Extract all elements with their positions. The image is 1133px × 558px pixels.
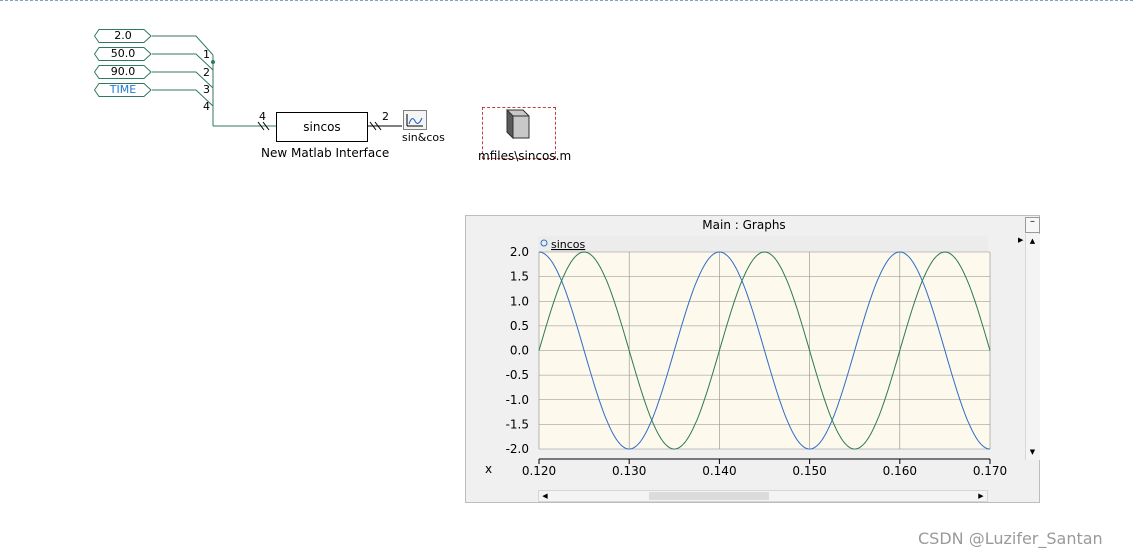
junction-dot — [211, 60, 215, 64]
bus-width-out: 2 — [382, 110, 389, 123]
y-tick-label: -0.5 — [506, 368, 529, 382]
graph-icon[interactable] — [403, 110, 427, 130]
y-tick-label: 0.5 — [510, 319, 529, 333]
y-tick-label: -1.0 — [506, 393, 529, 407]
x-tick-label: 0.160 — [883, 464, 917, 478]
mux-input-4: 4 — [203, 100, 210, 113]
file-label: mfiles\sincos.m — [478, 149, 572, 163]
y-tick-label: 0.0 — [510, 344, 529, 358]
x-tick-label: 0.140 — [702, 464, 736, 478]
mux-input-3: 3 — [203, 83, 210, 96]
constant-input-1[interactable]: 2.0 — [94, 29, 152, 43]
constant-value: TIME — [109, 83, 137, 96]
x-tick-label: 0.120 — [522, 464, 556, 478]
graph-plot: 2.01.51.00.50.0-0.5-1.0-1.5-2.0 0.120 0.1… — [485, 238, 1007, 478]
constant-value: 90.0 — [110, 65, 136, 78]
y-tick-label: 2.0 — [510, 245, 529, 259]
x-tick-labels: 0.120 0.130 0.140 0.150 0.160 0.170 — [522, 458, 1007, 478]
legend-label[interactable]: sincos — [551, 238, 586, 251]
matlab-block[interactable]: sincos — [276, 112, 368, 142]
constant-value: 50.0 — [110, 47, 136, 60]
constant-input-2[interactable]: 50.0 — [94, 47, 152, 61]
x-tick-label: 0.150 — [792, 464, 826, 478]
bus-width-in: 4 — [259, 110, 266, 123]
y-tick-labels: 2.0 1.5 1.0 0.5 0.0 -0.5 -1.0 -1.5 -2.0 — [506, 245, 529, 456]
y-tick-label: -1.5 — [506, 417, 529, 431]
block-caption: New Matlab Interface — [261, 146, 390, 160]
graph-label: sin&cos — [402, 131, 445, 144]
constant-input-3[interactable]: 90.0 — [94, 65, 152, 79]
y-tick-label: -2.0 — [506, 442, 529, 456]
y-tick-label: 1.5 — [510, 270, 529, 284]
constant-value: 2.0 — [114, 29, 132, 42]
block-label: sincos — [303, 120, 341, 134]
x-axis-label: x — [485, 462, 492, 476]
x-tick-label: 0.170 — [973, 464, 1007, 478]
legend-marker — [540, 239, 548, 247]
watermark: CSDN @Luzifer_Santan — [918, 529, 1103, 548]
mux-input-2: 2 — [203, 66, 210, 79]
folder-icon — [506, 108, 530, 140]
mux-input-1: 1 — [203, 48, 210, 61]
x-tick-label: 0.130 — [612, 464, 646, 478]
time-input[interactable]: TIME — [94, 83, 152, 97]
y-tick-label: 1.0 — [510, 294, 529, 308]
